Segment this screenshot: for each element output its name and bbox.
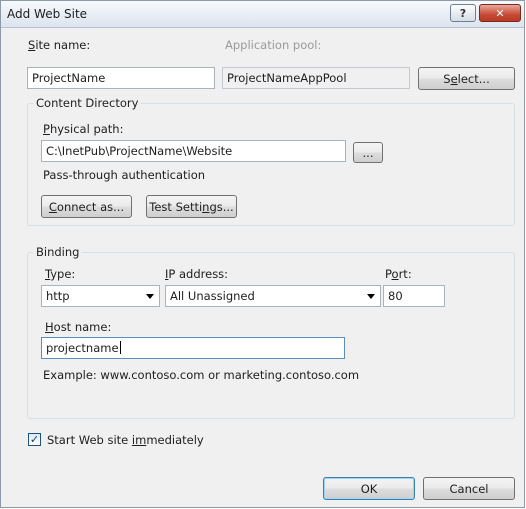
site-name-input[interactable]: ProjectName (27, 67, 215, 89)
test-settings-button[interactable]: Test Setti n gs... (146, 195, 237, 218)
browse-path-button[interactable]: ... (353, 142, 383, 163)
start-immediately-checkbox[interactable]: ✓ (28, 433, 41, 446)
physical-path-input[interactable]: C:\InetPub\ProjectName\Website (41, 140, 346, 162)
content-directory-title: Content Directory (33, 96, 142, 110)
close-button[interactable]: ✕ (479, 4, 521, 22)
connect-as-button[interactable]: Connect as... (41, 195, 132, 218)
binding-title: Binding (33, 245, 83, 259)
close-icon: ✕ (495, 6, 505, 20)
chevron-down-icon (367, 294, 375, 299)
select-pool-button[interactable]: Se lect... (418, 67, 515, 90)
host-name-example-text: Example: www.contoso.com or marketing.co… (43, 368, 360, 382)
add-web-site-dialog: Add Web Site ? ✕ Site name: ProjectName … (0, 0, 525, 508)
help-button[interactable]: ? (450, 4, 476, 22)
start-immediately-label[interactable]: Start Web site immediately (47, 433, 204, 447)
host-name-input[interactable]: projectname (41, 337, 345, 359)
text-caret (119, 341, 121, 354)
site-name-label: Site name: (28, 38, 91, 52)
dialog-title: Add Web Site (7, 7, 88, 21)
application-pool-label: Application pool: (225, 38, 322, 52)
chevron-down-icon (146, 294, 154, 299)
ip-address-label: IP address: (165, 267, 229, 281)
type-label: Type: (45, 267, 76, 281)
cancel-button[interactable]: Cancel (423, 477, 515, 500)
help-icon: ? (459, 6, 467, 20)
title-bar[interactable]: Add Web Site ? ✕ (1, 1, 524, 28)
ok-button[interactable]: OK (323, 477, 415, 500)
checkmark-icon: ✓ (29, 433, 40, 446)
host-name-label: Host name: (45, 320, 112, 334)
ip-address-select[interactable]: All Unassigned (165, 285, 381, 307)
pass-through-authentication-text: Pass-through authentication (43, 168, 206, 182)
binding-group (27, 252, 515, 419)
port-input[interactable]: 80 (383, 285, 445, 307)
type-select[interactable]: http (41, 285, 160, 307)
physical-path-label: Physical path: (43, 122, 124, 136)
application-pool-field: ProjectNameAppPool (222, 67, 410, 89)
port-label: Port: (385, 267, 412, 281)
